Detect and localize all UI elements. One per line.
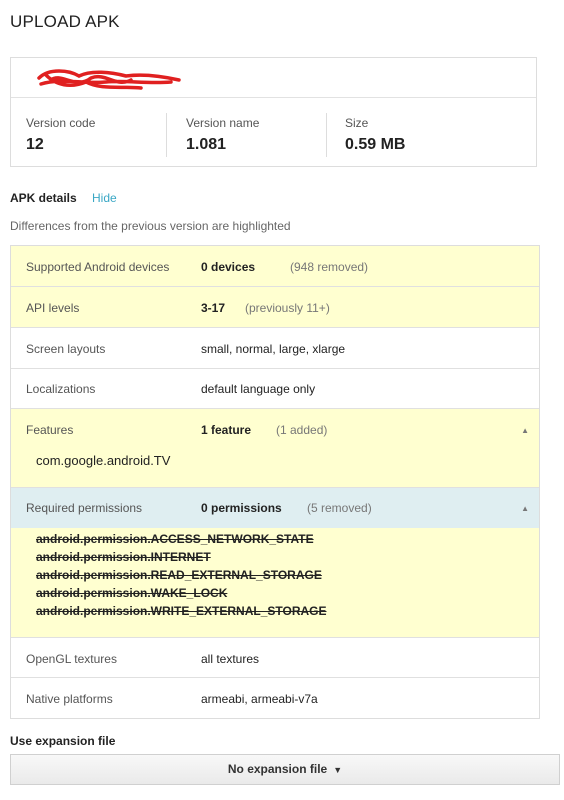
row-value: default language only xyxy=(201,382,316,396)
row-api-levels: API levels 3-17 (previously 11+) xyxy=(11,287,539,328)
row-supported-devices: Supported Android devices 0 devices (948… xyxy=(11,246,539,287)
redacted-app-name-scribble xyxy=(37,69,181,90)
row-opengl-textures: OpenGL textures all textures xyxy=(11,638,539,678)
stat-separator xyxy=(326,113,327,157)
row-value: 3-17 xyxy=(201,301,226,315)
row-label: Features xyxy=(26,423,74,437)
apk-details-title: APK details xyxy=(10,191,77,205)
row-localizations: Localizations default language only xyxy=(11,369,539,409)
row-change-note: (1 added) xyxy=(276,423,328,437)
stat-separator xyxy=(166,113,167,157)
row-native-platforms: Native platforms armeabi, armeabi-v7a xyxy=(11,678,539,718)
expansion-file-title: Use expansion file xyxy=(10,734,116,748)
version-name: Version name 1.081 xyxy=(186,116,259,154)
card-divider xyxy=(11,97,536,98)
row-label: API levels xyxy=(26,301,80,315)
row-label: Supported Android devices xyxy=(26,260,170,274)
caret-down-icon: ▼ xyxy=(333,765,343,775)
page-title: UPLOAD APK xyxy=(10,12,120,31)
row-value: all textures xyxy=(201,652,260,666)
row-label: Required permissions xyxy=(26,501,143,515)
version-code-value: 12 xyxy=(26,136,44,153)
row-features[interactable]: Features 1 feature (1 added) ▲ com.googl… xyxy=(11,409,539,488)
size-value: 0.59 MB xyxy=(345,136,406,153)
size-label: Size xyxy=(345,116,369,130)
row-change-note: (5 removed) xyxy=(307,501,372,515)
row-label: Native platforms xyxy=(26,692,113,706)
row-change-note: (948 removed) xyxy=(290,260,369,274)
removed-permission: android.permission.INTERNET xyxy=(36,550,211,564)
expansion-file-dropdown[interactable]: No expansion file ▼ xyxy=(10,754,560,785)
version-code: Version code 12 xyxy=(26,116,95,154)
row-value: small, normal, large, xlarge xyxy=(201,342,346,356)
apk-details-table: Supported Android devices 0 devices (948… xyxy=(10,245,540,719)
collapse-caret-icon[interactable]: ▲ xyxy=(521,504,529,513)
row-value: 1 feature xyxy=(201,423,252,437)
version-code-label: Version code xyxy=(26,116,96,130)
differences-note: Differences from the previous version ar… xyxy=(10,219,291,233)
collapse-caret-icon[interactable]: ▲ xyxy=(521,426,529,435)
row-label: OpenGL textures xyxy=(26,652,117,666)
removed-permission: android.permission.WRITE_EXTERNAL_STORAG… xyxy=(36,604,327,618)
hide-details-link[interactable]: Hide xyxy=(92,191,117,205)
row-value: armeabi, armeabi-v7a xyxy=(201,692,318,706)
row-screen-layouts: Screen layouts small, normal, large, xla… xyxy=(11,328,539,369)
feature-item: com.google.android.TV xyxy=(36,453,171,468)
row-required-permissions[interactable]: Required permissions 0 permissions (5 re… xyxy=(11,488,539,528)
row-value: 0 devices xyxy=(201,260,256,274)
removed-permission: android.permission.ACCESS_NETWORK_STATE xyxy=(36,532,314,546)
row-label: Localizations xyxy=(26,382,96,396)
permissions-list: android.permission.ACCESS_NETWORK_STATE … xyxy=(11,528,539,638)
removed-permission: android.permission.WAKE_LOCK xyxy=(36,586,228,600)
apk-info-card: Version code 12 Version name 1.081 Size … xyxy=(10,57,537,167)
version-name-label: Version name xyxy=(186,116,260,130)
row-label: Screen layouts xyxy=(26,342,106,356)
apk-size: Size 0.59 MB xyxy=(345,116,405,154)
expansion-dropdown-label: No expansion file xyxy=(227,762,328,776)
version-name-value: 1.081 xyxy=(186,136,227,153)
row-change-note: (previously 11+) xyxy=(245,301,330,315)
removed-permission: android.permission.READ_EXTERNAL_STORAGE xyxy=(36,568,322,582)
row-value: 0 permissions xyxy=(201,501,282,515)
